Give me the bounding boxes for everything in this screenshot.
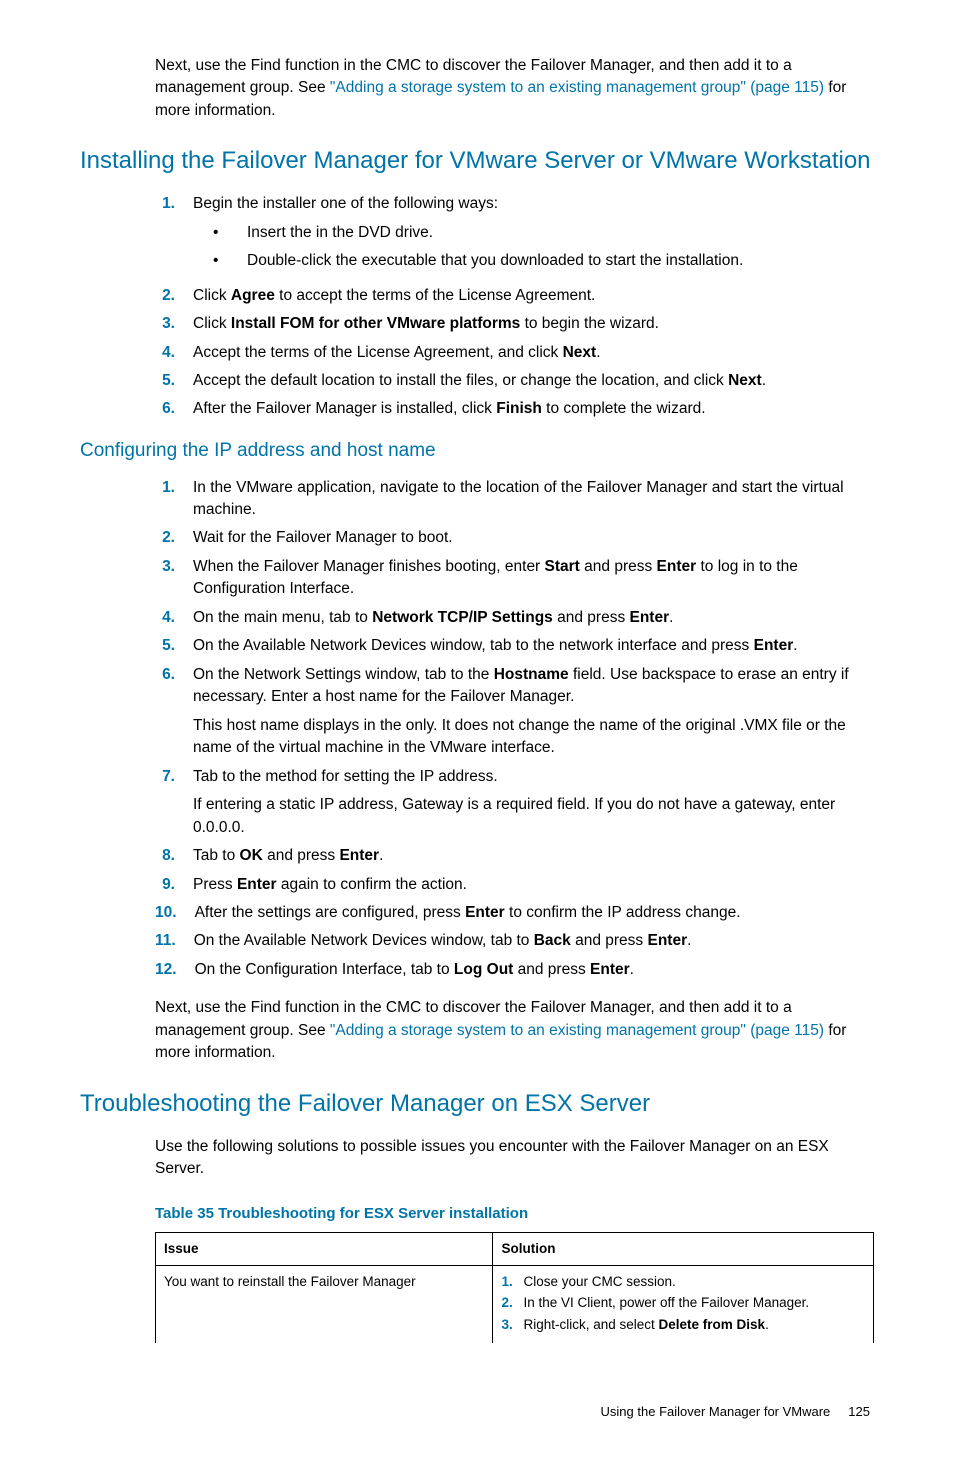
cross-ref-link[interactable]: "Adding a storage system to an existing … (330, 1022, 824, 1039)
list-item: 1.Begin the installer one of the followi… (155, 193, 874, 278)
table-row: You want to reinstall the Failover Manag… (156, 1265, 874, 1342)
list-item: 2.Click Agree to accept the terms of the… (155, 285, 874, 307)
configure-steps-list: 1.In the VMware application, navigate to… (155, 477, 874, 982)
list-item: 6.After the Failover Manager is installe… (155, 398, 874, 420)
list-item: 5.Accept the default location to install… (155, 370, 874, 392)
list-item: 4.On the main menu, tab to Network TCP/I… (155, 607, 874, 629)
list-item: 2.Wait for the Failover Manager to boot. (155, 527, 874, 549)
heading-configure-ip: Configuring the IP address and host name (80, 437, 874, 465)
heading-install-fom: Installing the Failover Manager for VMwa… (80, 144, 874, 179)
intro-paragraph-2: Next, use the Find function in the CMC t… (155, 997, 874, 1064)
list-item: 3.When the Failover Manager finishes boo… (155, 556, 874, 601)
list-item: 3.Click Install FOM for other VMware pla… (155, 313, 874, 335)
list-item: 10.After the settings are configured, pr… (155, 902, 874, 924)
list-item: 12.On the Configuration Interface, tab t… (155, 959, 874, 981)
issue-cell: You want to reinstall the Failover Manag… (156, 1265, 493, 1342)
list-item: 9.Press Enter again to confirm the actio… (155, 874, 874, 896)
troubleshoot-intro: Use the following solutions to possible … (155, 1136, 874, 1181)
table-header-solution: Solution (493, 1233, 874, 1266)
list-item: 4.Accept the terms of the License Agreem… (155, 342, 874, 364)
table-header-issue: Issue (156, 1233, 493, 1266)
list-item: 8.Tab to OK and press Enter. (155, 845, 874, 867)
list-item: 7.Tab to the method for setting the IP a… (155, 766, 874, 839)
troubleshooting-table: Issue Solution You want to reinstall the… (155, 1232, 874, 1342)
list-item: 1.In the VMware application, navigate to… (155, 477, 874, 522)
list-item: 11.On the Available Network Devices wind… (155, 930, 874, 952)
install-steps-list: 1.Begin the installer one of the followi… (155, 193, 874, 421)
intro-paragraph-1: Next, use the Find function in the CMC t… (155, 55, 874, 122)
page-footer: Using the Failover Manager for VMware125 (80, 1403, 874, 1422)
solution-cell: 1.Close your CMC session.2.In the VI Cli… (493, 1265, 874, 1342)
heading-troubleshooting: Troubleshooting the Failover Manager on … (80, 1087, 874, 1122)
table-caption: Table 35 Troubleshooting for ESX Server … (155, 1203, 874, 1225)
list-item: 6.On the Network Settings window, tab to… (155, 664, 874, 760)
list-item: 5.On the Available Network Devices windo… (155, 635, 874, 657)
cross-ref-link[interactable]: "Adding a storage system to an existing … (330, 79, 824, 96)
